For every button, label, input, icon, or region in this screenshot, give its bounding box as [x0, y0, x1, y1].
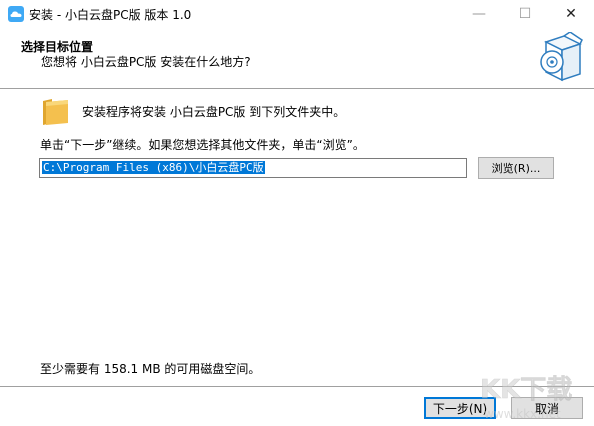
minimize-button[interactable]: — — [456, 0, 502, 28]
wizard-header: 选择目标位置 您想将 小白云盘PC版 安装在什么地方? — [0, 28, 594, 88]
browse-button[interactable]: 浏览(R)... — [478, 157, 554, 179]
instruction-text: 单击“下一步”继续。如果您想选择其他文件夹，单击“浏览”。 — [40, 138, 365, 152]
install-info-text: 安装程序将安装 小白云盘PC版 到下列文件夹中。 — [82, 105, 346, 119]
browse-button-label: 浏览(R)... — [491, 162, 541, 175]
folder-icon — [43, 99, 68, 125]
install-path-field[interactable]: C:\Program Files (x86)\小白云盘PC版 — [39, 158, 467, 178]
window-title: 安装 - 小白云盘PC版 版本 1.0 — [29, 8, 192, 22]
close-button[interactable]: ✕ — [548, 0, 594, 28]
software-box-disc-icon — [540, 32, 583, 82]
title-bar: 安装 - 小白云盘PC版 版本 1.0 — ☐ ✕ — [0, 0, 594, 28]
minimize-icon: — — [472, 6, 486, 22]
disk-space-text: 至少需要有 158.1 MB 的可用磁盘空间。 — [40, 362, 261, 376]
next-button-label: 下一步(N) — [432, 401, 488, 416]
footer-divider — [0, 386, 594, 387]
cancel-button-label: 取消 — [534, 401, 559, 416]
cloud-app-icon — [8, 6, 24, 22]
install-path-value: C:\Program Files (x86)\小白云盘PC版 — [42, 161, 265, 174]
close-icon: ✕ — [565, 6, 577, 22]
page-subtitle: 您想将 小白云盘PC版 安装在什么地方? — [41, 55, 251, 69]
next-button[interactable]: 下一步(N) — [424, 397, 496, 419]
maximize-icon: ☐ — [518, 6, 532, 22]
maximize-button[interactable]: ☐ — [502, 0, 548, 28]
cancel-button[interactable]: 取消 — [511, 397, 583, 419]
